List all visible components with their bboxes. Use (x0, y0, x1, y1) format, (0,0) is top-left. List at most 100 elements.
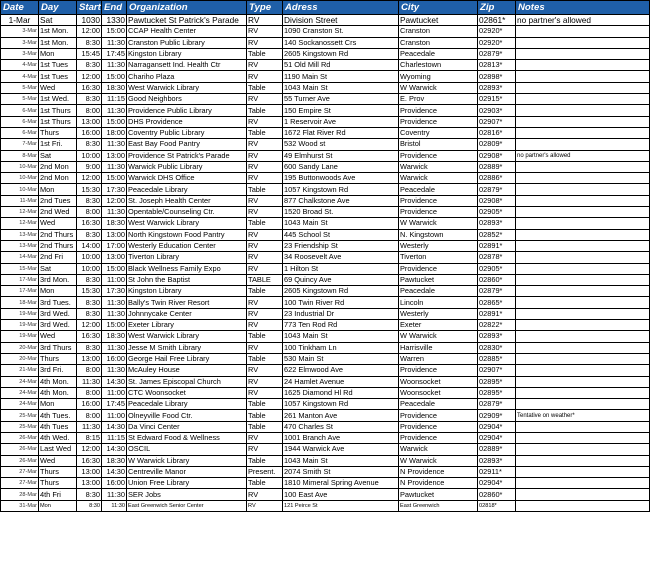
cell-city[interactable]: Westerly (398, 239, 478, 253)
cell-city[interactable]: Peacedale (398, 47, 478, 61)
cell-date[interactable]: 31-Mar (0, 499, 39, 513)
cell-organization[interactable]: St John the Baptist (126, 273, 247, 287)
cell-zip[interactable]: 02895* (477, 375, 516, 388)
cell-start[interactable]: 8:00 (76, 409, 102, 422)
cell-organization[interactable]: Warwick Public Library (126, 160, 247, 174)
cell-city[interactable]: Providence (398, 194, 478, 208)
cell-organization[interactable]: West Warwick Library (126, 81, 247, 95)
cell-date[interactable]: 10-Mar (0, 160, 39, 174)
cell-end[interactable]: 11:30 (101, 341, 127, 354)
cell-start[interactable]: 8:30 (76, 228, 102, 241)
cell-type[interactable]: RV (246, 319, 283, 332)
cell-address[interactable]: 195 Buttonwoods Ave (282, 172, 399, 185)
cell-address[interactable]: 2605 Kingstown Rd (282, 47, 399, 61)
cell-city[interactable]: Providence (398, 206, 478, 219)
cell-zip[interactable]: 02861* (477, 13, 516, 27)
cell-type[interactable]: Table (246, 285, 283, 298)
cell-end[interactable]: 11:15 (101, 431, 127, 445)
cell-date[interactable]: 13-Mar (0, 228, 39, 241)
cell-organization[interactable]: Pawtucket St Patrick's Parade (126, 13, 247, 27)
cell-start[interactable]: 13:00 (76, 352, 102, 366)
cell-day[interactable]: Thurs (38, 465, 77, 479)
cell-city[interactable]: Charlestown (398, 59, 478, 72)
cell-address[interactable]: 150 Empire St (282, 104, 399, 117)
cell-notes[interactable] (515, 364, 650, 377)
cell-day[interactable]: Wed (38, 330, 77, 343)
cell-day[interactable]: 2nd Mon (38, 172, 77, 185)
cell-zip[interactable]: 02860* (477, 273, 516, 287)
cell-day[interactable]: 3rd Mon. (38, 273, 77, 287)
cell-date[interactable]: 19-Mar (0, 319, 39, 332)
cell-type[interactable]: Table (246, 352, 283, 366)
cell-organization[interactable]: West Warwick Library (126, 217, 247, 230)
cell-type[interactable]: RV (246, 25, 283, 38)
cell-end[interactable]: 11:15 (101, 93, 127, 106)
cell-organization[interactable]: W Warwick Library (126, 454, 247, 467)
cell-end[interactable]: 13:00 (101, 251, 127, 264)
cell-end[interactable]: 11:00 (101, 273, 127, 287)
cell-zip[interactable]: 02885* (477, 352, 516, 366)
cell-notes[interactable] (515, 81, 650, 95)
cell-city[interactable]: Providence (398, 262, 478, 275)
cell-notes[interactable] (515, 420, 650, 433)
cell-end[interactable]: 16:00 (101, 477, 127, 490)
cell-address[interactable]: 1001 Branch Ave (282, 431, 399, 445)
cell-address[interactable]: 530 Main St (282, 352, 399, 366)
cell-address[interactable]: 1043 Main St (282, 330, 399, 343)
cell-type[interactable]: RV (246, 386, 283, 400)
cell-start[interactable]: 8:30 (76, 307, 102, 321)
cell-notes[interactable] (515, 126, 650, 140)
cell-city[interactable]: E. Prov (398, 93, 478, 106)
cell-type[interactable]: Table (246, 398, 283, 411)
cell-city[interactable]: Providence (398, 149, 478, 162)
cell-address[interactable]: 1043 Main St (282, 217, 399, 230)
cell-type[interactable]: RV (246, 239, 283, 253)
cell-city[interactable]: Pawtucket (398, 273, 478, 287)
cell-address[interactable]: 1810 Mimeral Spring Avenue (282, 477, 399, 490)
cell-type[interactable]: Table (246, 454, 283, 467)
cell-start[interactable]: 16:30 (76, 454, 102, 467)
cell-zip[interactable]: 02889* (477, 443, 516, 456)
cell-city[interactable]: Providence (398, 115, 478, 128)
cell-zip[interactable]: 02909* (477, 409, 516, 422)
column-header-organization[interactable]: Organization (126, 0, 247, 15)
cell-zip[interactable]: 02905* (477, 206, 516, 219)
cell-type[interactable]: RV (246, 364, 283, 377)
cell-end[interactable]: 11:30 (101, 307, 127, 321)
cell-start[interactable]: 8:30 (76, 499, 102, 513)
cell-date[interactable]: 25-Mar (0, 420, 39, 433)
cell-zip[interactable]: 02886* (477, 172, 516, 185)
cell-end[interactable]: 17:30 (101, 183, 127, 196)
cell-zip[interactable]: 02911* (477, 465, 516, 479)
cell-zip[interactable]: 02905* (477, 262, 516, 275)
cell-organization[interactable]: SER Jobs (126, 488, 247, 501)
cell-zip[interactable]: 02818* (477, 499, 516, 513)
cell-address[interactable]: 100 East Ave (282, 488, 399, 501)
cell-end[interactable]: 13:00 (101, 149, 127, 162)
cell-type[interactable]: TABLE (246, 273, 283, 287)
cell-city[interactable]: Lincoln (398, 296, 478, 309)
cell-type[interactable]: RV (246, 160, 283, 174)
cell-organization[interactable]: Providence Public Library (126, 104, 247, 117)
cell-start[interactable]: 8:30 (76, 341, 102, 354)
cell-day[interactable]: Thurs (38, 477, 77, 490)
cell-organization[interactable]: George Hail Free Library (126, 352, 247, 366)
cell-city[interactable]: W Warwick (398, 217, 478, 230)
cell-zip[interactable]: 02893* (477, 81, 516, 95)
cell-address[interactable]: 622 Elmwood Ave (282, 364, 399, 377)
cell-address[interactable]: 1057 Kingstown Rd (282, 183, 399, 196)
cell-zip[interactable]: 02879* (477, 183, 516, 196)
cell-organization[interactable]: North Kingstown Food Pantry (126, 228, 247, 241)
cell-type[interactable]: RV (246, 206, 283, 219)
cell-date[interactable]: 4-Mar (0, 70, 39, 83)
cell-city[interactable]: Peacedale (398, 398, 478, 411)
cell-date[interactable]: 24-Mar (0, 398, 39, 411)
cell-type[interactable]: Table (246, 183, 283, 196)
cell-day[interactable]: Last Wed (38, 443, 77, 456)
cell-organization[interactable]: DHS Providence (126, 115, 247, 128)
cell-zip[interactable]: 02816* (477, 126, 516, 140)
cell-address[interactable]: Division Street (282, 13, 399, 27)
cell-address[interactable]: 121 Peirce St (282, 499, 399, 513)
cell-date[interactable]: 3-Mar (0, 47, 39, 61)
cell-organization[interactable]: Peacedale Library (126, 398, 247, 411)
